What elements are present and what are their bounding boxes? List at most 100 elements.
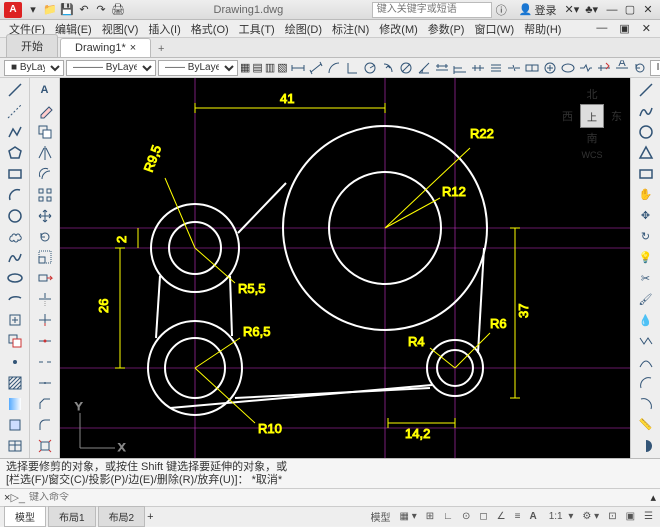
array-tool[interactable] xyxy=(33,185,57,205)
r-arc-tool[interactable] xyxy=(634,373,658,393)
menu-modify[interactable]: 修改(M) xyxy=(376,20,421,38)
dim-quick-icon[interactable] xyxy=(434,60,450,76)
dim-edit-icon[interactable] xyxy=(596,60,612,76)
dim-aligned-icon[interactable] xyxy=(308,60,324,76)
center-mark-icon[interactable] xyxy=(542,60,558,76)
menu-dimension[interactable]: 标注(N) xyxy=(329,20,372,38)
erase-tool[interactable] xyxy=(33,101,57,121)
extend-tool[interactable] xyxy=(33,310,57,330)
minimize-button[interactable]: — xyxy=(604,3,620,17)
close-tab-icon[interactable]: × xyxy=(130,42,136,54)
r-measure-tool[interactable]: 📏 xyxy=(634,415,658,435)
point-tool[interactable] xyxy=(3,352,27,372)
table-tool[interactable] xyxy=(3,436,27,456)
dim-radius-icon[interactable] xyxy=(362,60,378,76)
view-cube[interactable]: 北 西 上 东 南 WCS xyxy=(562,86,622,160)
dimstyle-select[interactable]: ISO-25 xyxy=(650,60,660,76)
r-triangle-tool[interactable] xyxy=(634,143,658,163)
drawing-canvas[interactable]: 41 26 2 37 14,2 R22 R12 R9,5 R5,5 R6,5 R… xyxy=(60,78,630,458)
maximize-button[interactable]: ▢ xyxy=(622,3,638,17)
dim-arc-icon[interactable] xyxy=(326,60,342,76)
status-tool7-icon[interactable]: ⊡ xyxy=(605,510,619,523)
rotate-tool[interactable] xyxy=(33,227,57,247)
dim-angular-icon[interactable] xyxy=(416,60,432,76)
menu-param[interactable]: 参数(P) xyxy=(425,20,468,38)
polyline-tool[interactable] xyxy=(3,122,27,142)
doc-close-button[interactable]: ✕ xyxy=(639,21,654,36)
r-half-tool[interactable] xyxy=(634,436,658,456)
dim-space-icon[interactable] xyxy=(488,60,504,76)
gradient-tool[interactable] xyxy=(3,394,27,414)
save-icon[interactable]: 💾 xyxy=(60,3,74,17)
stretch-tool[interactable] xyxy=(33,268,57,288)
break-tool[interactable] xyxy=(33,352,57,372)
status-tool8-icon[interactable]: ▣ xyxy=(623,510,638,523)
dim-break-icon[interactable] xyxy=(506,60,522,76)
print-icon[interactable]: 🖨 xyxy=(111,3,125,17)
chamfer-tool[interactable] xyxy=(33,394,57,414)
revcloud-tool[interactable] xyxy=(3,227,27,247)
cloud-icon[interactable]: ♣▾ xyxy=(585,3,598,16)
menu-format[interactable]: 格式(O) xyxy=(188,20,232,38)
status-grid-icon[interactable]: ▦ ▾ xyxy=(397,510,420,523)
r-zigzag-tool[interactable] xyxy=(634,331,658,351)
status-ortho-icon[interactable]: ∟ xyxy=(440,510,456,523)
doc-minimize-button[interactable]: — xyxy=(593,21,610,36)
status-tool9-icon[interactable]: ☰ xyxy=(641,510,656,523)
r-curve-tool[interactable] xyxy=(634,352,658,372)
new-icon[interactable]: ▾ xyxy=(26,3,40,17)
status-model[interactable]: 模型 xyxy=(368,508,394,525)
dim-tedit-icon[interactable]: A xyxy=(614,60,630,76)
ellipse-arc-tool[interactable] xyxy=(3,289,27,309)
linetype-select[interactable]: ——— ByLayer xyxy=(66,60,156,76)
dim-ordinate-icon[interactable] xyxy=(344,60,360,76)
r-rectangle-tool[interactable] xyxy=(634,164,658,184)
layer3-icon[interactable]: ▥ xyxy=(265,60,275,76)
login-button[interactable]: 👤登录 xyxy=(519,2,557,18)
join-tool[interactable] xyxy=(33,373,57,393)
menu-window[interactable]: 窗口(W) xyxy=(471,20,517,38)
r-brush-tool[interactable]: 🖌 xyxy=(634,289,658,309)
r-cut-tool[interactable]: ✂ xyxy=(634,268,658,288)
redo-icon[interactable]: ↷ xyxy=(94,3,108,17)
status-lwt-icon[interactable]: ≡ xyxy=(512,510,524,523)
rectangle-tool[interactable] xyxy=(3,164,27,184)
status-scale[interactable]: 1:1 ▾ xyxy=(543,510,577,523)
circle-tool[interactable] xyxy=(3,206,27,226)
add-tab-button[interactable]: + xyxy=(153,41,169,57)
layer4-icon[interactable]: ▧ xyxy=(277,60,287,76)
r-circle-tool[interactable] xyxy=(634,122,658,142)
r-pan-tool[interactable]: ✋ xyxy=(634,185,658,205)
ellipse-tool[interactable] xyxy=(3,268,27,288)
layout-add-button[interactable]: + xyxy=(147,511,153,523)
menu-help[interactable]: 帮助(H) xyxy=(521,20,564,38)
status-gear-icon[interactable]: ⚙ ▾ xyxy=(579,510,602,523)
tolerance-icon[interactable] xyxy=(524,60,540,76)
layout-1[interactable]: 布局1 xyxy=(48,506,96,527)
menu-tools[interactable]: 工具(T) xyxy=(236,20,278,38)
break-point-tool[interactable] xyxy=(33,331,57,351)
tab-drawing[interactable]: Drawing1*× xyxy=(60,38,151,57)
menu-insert[interactable]: 插入(I) xyxy=(145,20,183,38)
insert-block-tool[interactable] xyxy=(3,310,27,330)
menu-edit[interactable]: 编辑(E) xyxy=(52,20,95,38)
spline-tool[interactable] xyxy=(3,248,27,268)
status-tool5-icon[interactable]: ∠ xyxy=(494,510,509,523)
doc-restore-button[interactable]: ▣ xyxy=(616,21,632,36)
fillet-tool[interactable] xyxy=(33,415,57,435)
offset-tool[interactable] xyxy=(33,164,57,184)
exchange-icon[interactable]: ✕▾ xyxy=(565,3,580,16)
layout-model[interactable]: 模型 xyxy=(4,506,46,527)
scale-tool[interactable] xyxy=(33,248,57,268)
layout-2[interactable]: 布局2 xyxy=(98,506,146,527)
layer1-icon[interactable]: ▦ xyxy=(240,60,250,76)
make-block-tool[interactable] xyxy=(3,331,27,351)
r-rotate-tool[interactable]: ↻ xyxy=(634,227,658,247)
status-polar-icon[interactable]: ⊙ xyxy=(459,510,473,523)
mtext-tool[interactable]: A xyxy=(33,80,57,100)
copy-tool[interactable] xyxy=(33,122,57,142)
move-tool[interactable] xyxy=(33,206,57,226)
dim-jogline-icon[interactable] xyxy=(578,60,594,76)
color-select[interactable]: ■ ByLayer xyxy=(4,60,64,76)
dim-linear-icon[interactable] xyxy=(290,60,306,76)
